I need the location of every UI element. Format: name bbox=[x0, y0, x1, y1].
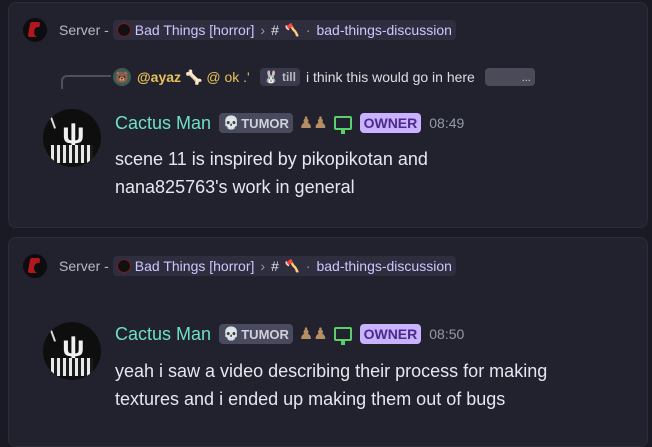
channel-name: bad-things-discussion bbox=[316, 258, 452, 274]
message-content: scene 11 is inspired by pikopikotan and … bbox=[115, 145, 428, 201]
message-line: nana825763's work in general bbox=[115, 177, 355, 197]
channel-link[interactable]: Bad Things [horror] › # 🪓 · bad-things-d… bbox=[112, 20, 456, 40]
axe-icon: 🪓 bbox=[284, 23, 300, 37]
skull-icon: 💀 bbox=[223, 326, 240, 341]
separator-icon: › bbox=[260, 258, 266, 274]
message-line: yeah i saw a video describing their proc… bbox=[115, 361, 548, 381]
avatar-detail bbox=[51, 145, 93, 163]
server-mini-icon bbox=[116, 259, 131, 273]
user-tag-label: TUMOR bbox=[241, 326, 289, 342]
breadcrumb-prefix: Server - bbox=[59, 22, 109, 38]
message-header: Cactus Man 💀 TUMOR ♟♟ OWNER 08:49 bbox=[115, 111, 464, 135]
separator-icon: › bbox=[260, 22, 266, 38]
dot-separator: · bbox=[305, 22, 311, 38]
owner-badge[interactable]: OWNER bbox=[359, 324, 422, 344]
avatar-detail bbox=[47, 111, 57, 129]
breadcrumb: Server - Bad Things [horror] › # 🪓 · bad… bbox=[23, 18, 456, 42]
reply-text[interactable]: i think this would go in here bbox=[306, 69, 475, 85]
figures-icon: ♟♟ bbox=[298, 115, 328, 132]
server-name: Bad Things [horror] bbox=[134, 258, 255, 274]
message-line: textures and i ended up making them out … bbox=[115, 389, 506, 409]
server-icon[interactable] bbox=[23, 254, 47, 278]
breadcrumb-prefix: Server - bbox=[59, 258, 109, 274]
channel-name: bad-things-discussion bbox=[316, 22, 452, 38]
reply-preview[interactable]: 🐻 @ayaz 🦴 @ ok .' 🐰 till i think this wo… bbox=[113, 65, 535, 89]
server-mini-icon bbox=[116, 23, 131, 37]
avatar[interactable]: ψ bbox=[43, 322, 101, 380]
message-content: yeah i saw a video describing their proc… bbox=[115, 357, 547, 413]
timestamp[interactable]: 08:49 bbox=[429, 115, 464, 131]
message-card: Server - Bad Things [horror] › # 🪓 · bad… bbox=[8, 2, 648, 228]
channel-link[interactable]: Bad Things [horror] › # 🪓 · bad-things-d… bbox=[112, 256, 456, 276]
dot-separator: · bbox=[305, 258, 311, 274]
server-name: Bad Things [horror] bbox=[134, 22, 255, 38]
reply-user-tag: 🐰 till bbox=[259, 68, 300, 86]
monitor-icon bbox=[333, 116, 352, 134]
user-tag[interactable]: 💀 TUMOR bbox=[219, 324, 293, 344]
message-line: scene 11 is inspired by pikopikotan and bbox=[115, 149, 428, 169]
monitor-icon bbox=[333, 327, 352, 345]
message-header: Cactus Man 💀 TUMOR ♟♟ OWNER 08:50 bbox=[115, 322, 464, 346]
attachment-placeholder[interactable]: ... bbox=[484, 68, 535, 86]
hash-icon: # bbox=[271, 22, 279, 38]
server-icon[interactable] bbox=[23, 18, 47, 42]
avatar[interactable]: ψ bbox=[43, 109, 101, 167]
reply-username[interactable]: @ayaz bbox=[137, 69, 181, 85]
message-card: Server - Bad Things [horror] › # 🪓 · bad… bbox=[8, 237, 648, 447]
author-name[interactable]: Cactus Man bbox=[115, 113, 211, 134]
reply-connector bbox=[61, 75, 111, 89]
owner-badge[interactable]: OWNER bbox=[359, 113, 422, 133]
axe-icon: 🪓 bbox=[284, 259, 300, 273]
timestamp[interactable]: 08:50 bbox=[429, 326, 464, 342]
reply-user-badge: 🦴 @ ok .' bbox=[185, 68, 250, 85]
figures-icon: ♟♟ bbox=[298, 326, 328, 343]
hash-icon: # bbox=[271, 258, 279, 274]
author-name[interactable]: Cactus Man bbox=[115, 324, 211, 345]
user-tag-label: TUMOR bbox=[241, 115, 289, 131]
breadcrumb: Server - Bad Things [horror] › # 🪓 · bad… bbox=[23, 254, 456, 278]
avatar-detail bbox=[51, 358, 93, 376]
avatar-detail bbox=[47, 324, 57, 342]
skull-icon: 💀 bbox=[223, 115, 240, 130]
reply-avatar[interactable]: 🐻 bbox=[113, 68, 131, 86]
user-tag[interactable]: 💀 TUMOR bbox=[219, 113, 293, 133]
